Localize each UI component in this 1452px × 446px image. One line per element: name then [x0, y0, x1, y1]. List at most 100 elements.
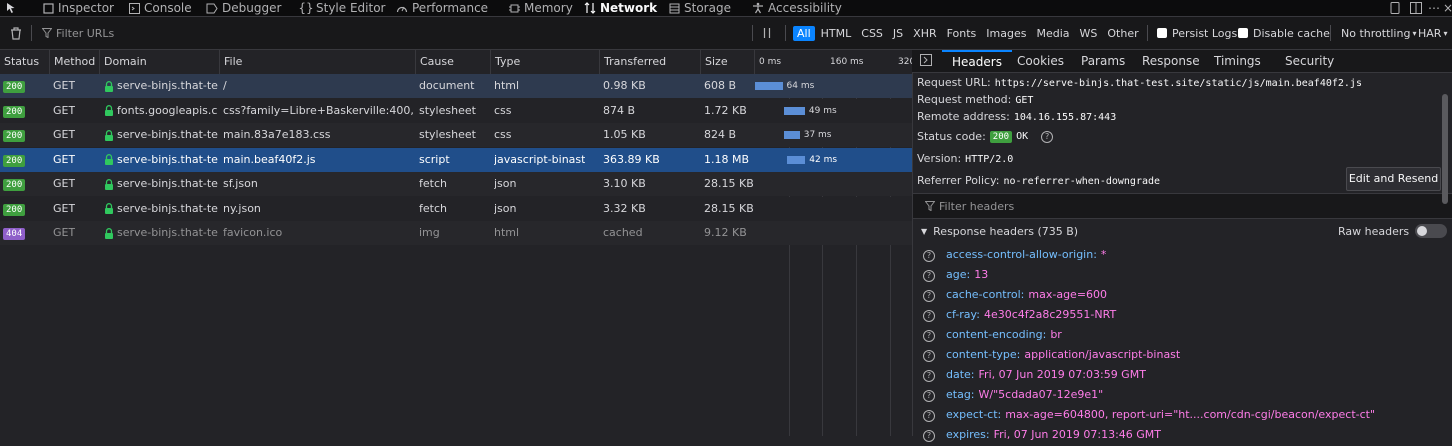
more-options-button[interactable]: ⋯ — [1428, 0, 1440, 16]
tab-params[interactable]: Params — [1081, 50, 1125, 72]
dock-side-icon — [1410, 2, 1422, 14]
persist-logs-checkbox[interactable]: Persist Logs — [1157, 17, 1237, 49]
dock-button[interactable] — [1410, 0, 1422, 16]
tab-style-editor[interactable]: {} Style Editor — [298, 0, 385, 16]
column-type[interactable]: Type — [491, 50, 600, 74]
close-toolbox-button[interactable]: × — [1442, 0, 1452, 16]
column-size[interactable]: Size — [701, 50, 755, 74]
memory-icon — [508, 2, 520, 14]
details-scrollbar[interactable] — [1442, 94, 1448, 204]
header-help-icon[interactable]: ? — [923, 350, 935, 362]
column-domain[interactable]: Domain — [100, 50, 220, 74]
filter-all[interactable]: All — [793, 25, 815, 41]
clear-requests-button[interactable] — [10, 17, 22, 49]
element-picker-button[interactable] — [6, 0, 18, 16]
request-row[interactable]: 200 GET serve-binjs.that-te... / document htm… — [0, 74, 912, 98]
response-header-row[interactable]: ? access-control-allow-origin: * — [923, 245, 1106, 265]
column-cause[interactable]: Cause — [416, 50, 491, 74]
raw-headers-toggle[interactable]: Raw headers — [1338, 219, 1448, 243]
column-transferred[interactable]: Transferred — [600, 50, 701, 74]
response-header-row[interactable]: ? age: 13 — [923, 265, 988, 285]
header-value: max-age=600 — [1028, 288, 1108, 301]
transferred-text: cached — [603, 226, 643, 239]
waterfall-timing-label: 37 ms — [803, 130, 832, 140]
tab-storage[interactable]: Storage — [668, 0, 731, 16]
response-header-row[interactable]: ? cache-control: max-age=600 — [923, 285, 1107, 305]
request-method-row: Request method: GET — [917, 93, 1033, 106]
domain-cell: serve-binjs.that-te... — [104, 74, 218, 98]
filter-js[interactable]: JS — [889, 26, 907, 41]
filter-headers-input[interactable]: Filter headers — [913, 193, 1452, 219]
tab-network[interactable]: Network — [584, 0, 657, 16]
tab-debugger[interactable]: Debugger — [206, 0, 281, 16]
column-waterfall[interactable]: 0 ms 160 ms 320 — [755, 50, 912, 74]
tab-cookies[interactable]: Cookies — [1017, 50, 1064, 72]
response-header-row[interactable]: ? cf-ray: 4e30c4f2a8c29551-NRT — [923, 305, 1116, 325]
filter-xhr[interactable]: XHR — [909, 26, 940, 41]
disable-cache-checkbox[interactable]: Disable cache — [1238, 17, 1330, 49]
tab-timings[interactable]: Timings — [1214, 50, 1261, 72]
pause-recording-button[interactable] — [763, 17, 771, 49]
response-header-row[interactable]: ? expect-ct: max-age=604800, report-uri="h… — [923, 405, 1375, 425]
filter-fonts[interactable]: Fonts — [943, 26, 981, 41]
filter-ws[interactable]: WS — [1076, 26, 1102, 41]
filter-urls-input[interactable]: Filter URLs — [42, 17, 742, 49]
responsive-design-button[interactable] — [1389, 0, 1401, 16]
response-header-row[interactable]: ? date: Fri, 07 Jun 2019 07:03:59 GMT — [923, 365, 1146, 385]
status-help-icon[interactable]: ? — [1041, 130, 1054, 143]
header-help-icon[interactable]: ? — [923, 270, 935, 282]
tab-headers[interactable]: Headers — [942, 50, 1012, 72]
response-header-row[interactable]: ? expires: Fri, 07 Jun 2019 07:13:46 GMT — [923, 425, 1161, 445]
toggle-sidebar-button[interactable] — [920, 54, 932, 76]
header-help-icon[interactable]: ? — [923, 290, 935, 302]
filter-other[interactable]: Other — [1103, 26, 1142, 41]
cause-cell: fetch — [419, 197, 447, 221]
header-help-icon[interactable]: ? — [923, 370, 935, 382]
header-help-icon[interactable]: ? — [923, 310, 935, 322]
type-cell: json — [494, 197, 517, 221]
raw-headers-switch[interactable] — [1415, 224, 1448, 238]
column-file[interactable]: File — [220, 50, 416, 74]
column-status[interactable]: Status — [0, 50, 50, 74]
tab-console[interactable]: Console — [128, 0, 192, 16]
header-name: cache-control: — [946, 288, 1025, 301]
size-text: 9.12 KB — [704, 226, 747, 239]
status-code-badge: 200 — [989, 130, 1013, 143]
header-help-icon[interactable]: ? — [923, 410, 935, 422]
filter-html[interactable]: HTML — [817, 26, 856, 41]
filter-css[interactable]: CSS — [857, 26, 887, 41]
request-row[interactable]: 200 GET serve-binjs.that-te... ny.json fetch… — [0, 196, 912, 221]
tab-inspector[interactable]: Inspector — [42, 0, 114, 16]
referrer-policy-row: Referrer Policy: no-referrer-when-downgra… — [917, 174, 1160, 187]
response-header-row[interactable]: ? etag: W/"5cdada07-12e9e1" — [923, 385, 1103, 405]
storage-icon — [668, 2, 680, 14]
domain-text: serve-binjs.that-te... — [117, 201, 218, 215]
tab-memory[interactable]: Memory — [508, 0, 573, 16]
har-menu-button[interactable]: HAR ▾ — [1418, 17, 1447, 49]
header-help-icon[interactable]: ? — [923, 250, 935, 262]
throttling-select[interactable]: No throttling ▾ — [1341, 17, 1416, 49]
column-method[interactable]: Method — [50, 50, 100, 74]
tab-response[interactable]: Response — [1142, 50, 1200, 72]
request-row[interactable]: 404 GET serve-binjs.that-te... favicon.ico i… — [0, 221, 912, 245]
response-header-row[interactable]: ? content-encoding: br — [923, 325, 1062, 345]
tab-security[interactable]: Security — [1285, 50, 1334, 72]
filter-images[interactable]: Images — [982, 26, 1030, 41]
header-name: content-encoding: — [946, 328, 1047, 341]
request-row[interactable]: 200 GET serve-binjs.that-te... main.beaf40f… — [0, 147, 912, 172]
tab-performance[interactable]: Performance — [396, 0, 488, 16]
header-help-icon[interactable]: ? — [923, 430, 935, 442]
filter-media[interactable]: Media — [1032, 26, 1073, 41]
request-row[interactable]: 200 GET fonts.googleapis.c... css?family=Li… — [0, 98, 912, 123]
request-row[interactable]: 200 GET serve-binjs.that-te... sf.json fetch… — [0, 172, 912, 196]
header-help-icon[interactable]: ? — [923, 330, 935, 342]
persist-logs-box[interactable] — [1157, 28, 1167, 38]
disable-cache-box[interactable] — [1238, 28, 1248, 38]
tab-accessibility[interactable]: Accessibility — [752, 0, 842, 16]
edit-and-resend-button[interactable]: Edit and Resend — [1346, 167, 1441, 191]
request-url-value: https://serve-binjs.that-test.site/stati… — [994, 78, 1362, 89]
tab-accessibility-label: Accessibility — [768, 1, 842, 15]
request-row[interactable]: 200 GET serve-binjs.that-te... main.83a7e18… — [0, 123, 912, 147]
response-header-row[interactable]: ? content-type: application/javascript-bin… — [923, 345, 1180, 365]
header-help-icon[interactable]: ? — [923, 390, 935, 402]
